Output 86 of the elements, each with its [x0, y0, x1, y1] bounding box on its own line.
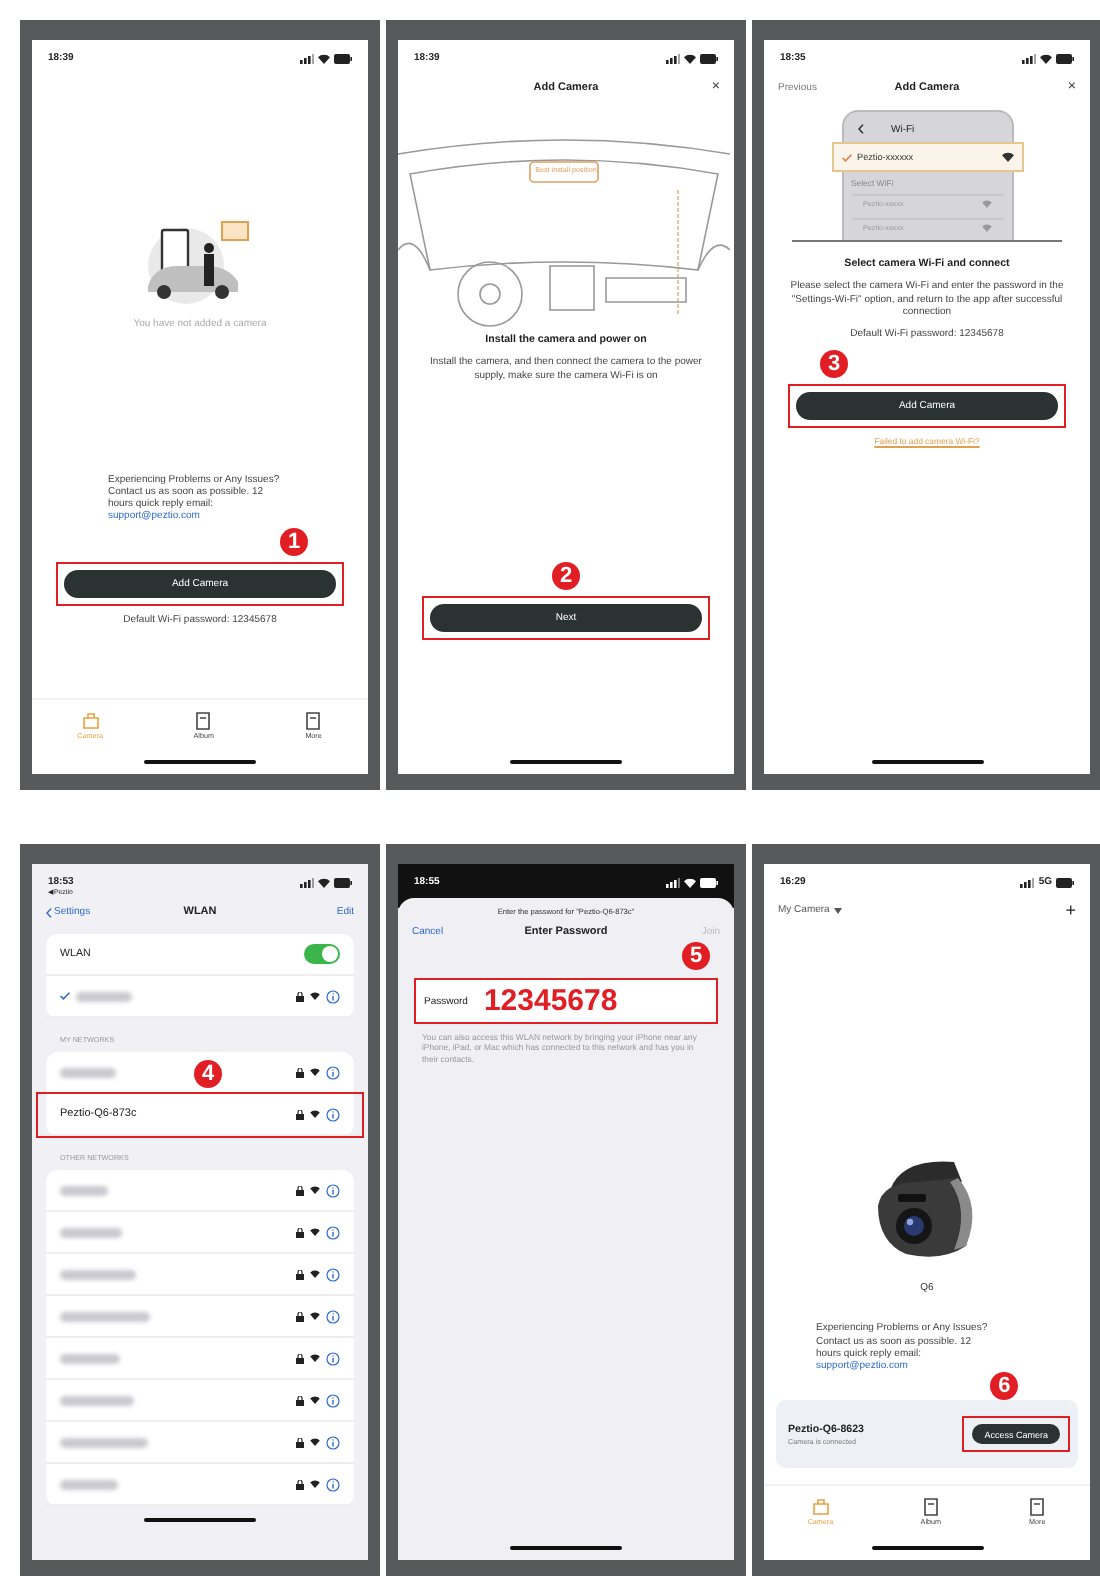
- blurred-network-name: [60, 1185, 108, 1195]
- page-tab-icon: [1028, 1498, 1047, 1516]
- lock-icon: [296, 1269, 304, 1279]
- step-marker: 6: [990, 1372, 1019, 1400]
- step-marker: 2: [552, 562, 580, 591]
- signal-icon: [1022, 53, 1036, 63]
- home-indicator: [510, 760, 622, 764]
- signal-icon: [300, 877, 314, 887]
- info-icon[interactable]: [326, 989, 340, 1003]
- home-indicator: [510, 1546, 622, 1550]
- home-indicator: [144, 760, 256, 764]
- signal-icon: [666, 877, 680, 887]
- page-tab-icon: [921, 1498, 940, 1516]
- blurred-network-name: [60, 1269, 136, 1279]
- wifi-icon: [310, 1068, 320, 1076]
- battery-icon: [700, 877, 718, 887]
- info-icon[interactable]: [326, 1309, 340, 1323]
- info-icon[interactable]: [326, 1393, 340, 1407]
- toggle-switch[interactable]: [304, 944, 340, 964]
- wifi-icon: [310, 992, 320, 1000]
- lock-icon: [296, 1395, 304, 1405]
- wifi-icon: [1040, 53, 1052, 63]
- blurred-network-name: [60, 1311, 150, 1321]
- step-marker: 3: [820, 349, 848, 377]
- blurred-network-name: [76, 991, 132, 1001]
- wifi-icon: [310, 1396, 320, 1404]
- blurred-network-name: [60, 1437, 148, 1447]
- lock-icon: [296, 1437, 304, 1447]
- battery-icon: [1056, 877, 1074, 887]
- camera-tab-icon: [81, 712, 100, 730]
- home-indicator: [144, 1518, 256, 1522]
- lock-icon: [296, 1109, 304, 1119]
- wifi-icon: [981, 224, 991, 232]
- info-icon[interactable]: [326, 1477, 340, 1491]
- wifi-icon: [310, 1480, 320, 1488]
- lock-icon: [296, 1067, 304, 1077]
- wifi-icon: [310, 1312, 320, 1320]
- step-marker: 1: [280, 528, 308, 557]
- back-chevron-icon: [857, 124, 863, 134]
- caret-icon: [833, 907, 842, 913]
- lock-icon: [296, 1227, 304, 1237]
- blurred-network-name: [60, 1395, 134, 1405]
- battery-icon: [1056, 53, 1074, 63]
- wifi-icon: [310, 1110, 320, 1118]
- camera-tab-icon: [811, 1498, 830, 1516]
- signal-icon: [666, 53, 680, 63]
- blurred-network-name: [60, 1479, 118, 1489]
- info-icon[interactable]: [326, 1267, 340, 1281]
- wifi-icon: [310, 1228, 320, 1236]
- lock-icon: [296, 1479, 304, 1489]
- wifi-icon: [310, 1438, 320, 1446]
- battery-icon: [334, 53, 352, 63]
- lock-icon: [296, 1353, 304, 1363]
- back-chevron-icon: [46, 907, 52, 917]
- battery-icon: [700, 53, 718, 63]
- lock-icon: [296, 991, 304, 1001]
- wifi-icon: [1001, 152, 1013, 162]
- wifi-icon: [310, 1186, 320, 1194]
- add-button[interactable]: +: [1065, 900, 1076, 920]
- wifi-icon: [310, 1270, 320, 1278]
- wifi-icon: [310, 1354, 320, 1362]
- info-icon[interactable]: [326, 1065, 340, 1079]
- info-icon[interactable]: [326, 1435, 340, 1449]
- step-marker: 4: [194, 1060, 222, 1088]
- wifi-icon: [684, 877, 696, 887]
- blurred-network-name: [60, 1353, 120, 1363]
- wifi-icon: [318, 53, 330, 63]
- info-icon[interactable]: [326, 1183, 340, 1197]
- wifi-icon: [684, 53, 696, 63]
- page-tab-icon: [194, 712, 213, 730]
- lock-icon: [296, 1311, 304, 1321]
- page-tab-icon: [304, 712, 323, 730]
- info-icon[interactable]: [326, 1351, 340, 1365]
- info-icon[interactable]: [326, 1225, 340, 1239]
- home-indicator: [871, 760, 983, 764]
- step-marker: 5: [682, 942, 710, 970]
- lock-icon: [296, 1185, 304, 1195]
- wifi-icon: [981, 200, 991, 208]
- info-icon[interactable]: [326, 1107, 340, 1121]
- battery-icon: [334, 877, 352, 887]
- signal-icon: [1020, 877, 1035, 887]
- check-icon: [841, 153, 851, 161]
- signal-icon: [300, 53, 314, 63]
- wifi-icon: [318, 877, 330, 887]
- home-indicator: [871, 1546, 983, 1550]
- blurred-network-name: [60, 1227, 122, 1237]
